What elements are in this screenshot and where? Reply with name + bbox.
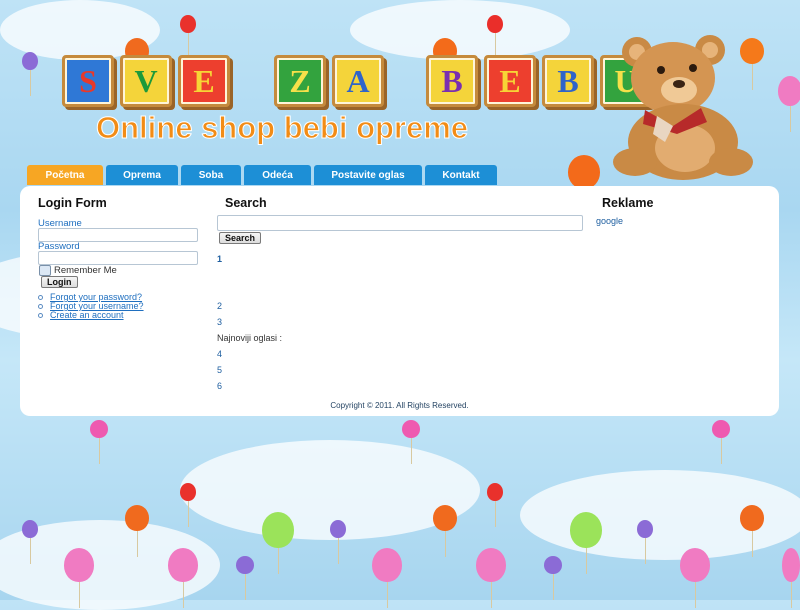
nav-item-soba[interactable]: Soba — [181, 165, 241, 185]
main-item-6: 6 — [217, 381, 223, 391]
main-item-3: 3 — [217, 317, 223, 327]
nav-item-odeca[interactable]: Odeća — [244, 165, 311, 185]
logo-block: B — [542, 55, 594, 107]
login-button[interactable]: Login — [41, 276, 78, 288]
search-input[interactable] — [217, 215, 583, 231]
main-item-5: 5 — [217, 365, 223, 375]
nav-item-pocetna[interactable]: Početna — [27, 165, 103, 185]
site-tagline: Online shop bebi opreme — [95, 110, 469, 146]
nav-item-kontakt[interactable]: Kontakt — [425, 165, 497, 185]
username-input[interactable] — [38, 228, 198, 242]
ads-title: Reklame — [602, 196, 654, 210]
site-header: S V E Z A B E B U Online shop bebi oprem… — [0, 0, 800, 180]
logo-block: S — [62, 55, 114, 107]
teddy-bear-icon — [613, 35, 753, 180]
remember-me-label: Remember Me — [54, 265, 117, 276]
footer-copyright: Copyright © 2011. All Rights Reserved. — [330, 401, 469, 410]
nav-item-oprema[interactable]: Oprema — [106, 165, 178, 185]
logo-block: Z — [274, 55, 326, 107]
login-links: Forgot your password? Forgot your userna… — [36, 293, 144, 320]
content-panel: Login Form Username Password Remember Me… — [20, 186, 779, 416]
main-nav: Početna Oprema Soba Odeća Postavite ogla… — [27, 165, 500, 185]
create-account-link[interactable]: Create an account — [36, 311, 144, 320]
logo-block: B — [426, 55, 478, 107]
latest-ads-label: Najnoviji oglasi : — [217, 333, 283, 343]
ads-text: google — [596, 216, 624, 226]
login-form-title: Login Form — [38, 196, 107, 210]
main-item-4: 4 — [217, 349, 223, 359]
nav-item-postavite-oglas[interactable]: Postavite oglas — [314, 165, 422, 185]
logo-block: A — [332, 55, 384, 107]
main-item-1: 1 — [217, 254, 223, 264]
logo-block: E — [178, 55, 230, 107]
logo-block: V — [120, 55, 172, 107]
password-input[interactable] — [38, 251, 198, 265]
search-button[interactable]: Search — [219, 232, 262, 244]
logo-blocks[interactable]: S V E Z A B E B U — [62, 55, 652, 107]
logo-block: E — [484, 55, 536, 107]
main-item-2: 2 — [217, 301, 223, 311]
search-title: Search — [225, 196, 267, 210]
remember-me-checkbox[interactable] — [39, 265, 51, 276]
